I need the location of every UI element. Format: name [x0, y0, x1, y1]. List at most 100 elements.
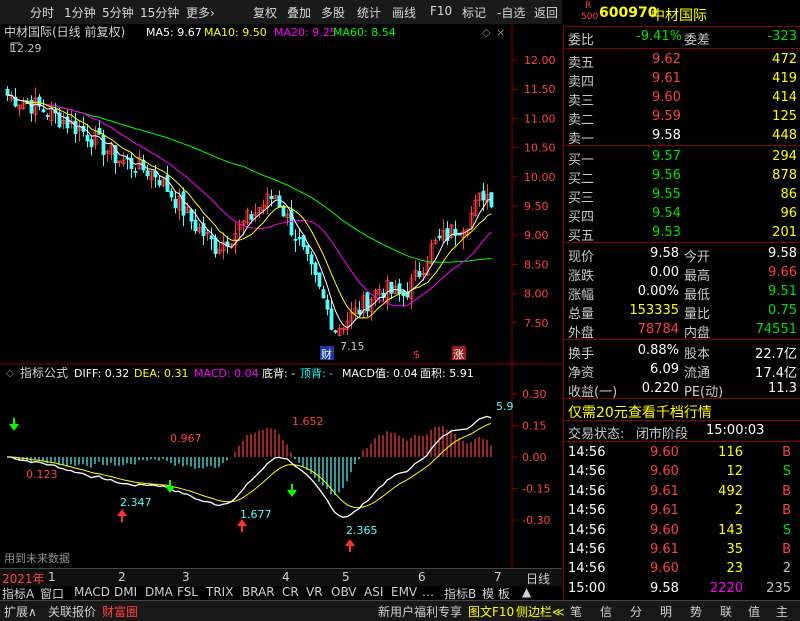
draw-line-button[interactable]: 画线	[392, 4, 416, 21]
chart-area[interactable]: 12.00 11.50 11.00 10.50 10.00 9.50 9.00 8.50 8.0…	[0, 24, 562, 568]
tick-row[interactable]: 14:56 9.60 143 S	[564, 522, 800, 541]
expand-button[interactable]: 扩展∧	[4, 603, 37, 620]
wealth-circle-button[interactable]: 财富圈	[102, 603, 138, 620]
chart-svg[interactable]: 12.00 11.50 11.00 10.50 10.00 9.50 9.00 8.50 8.0…	[0, 24, 562, 568]
tick-time: 15:00	[568, 580, 606, 596]
buy-row[interactable]: 买一 9.57 294	[564, 148, 800, 168]
tab-zhi[interactable]: 值	[748, 603, 760, 620]
tab-cr[interactable]: CR	[282, 585, 299, 599]
tab-brar[interactable]: BRAR	[242, 585, 275, 599]
tab-5min[interactable]: 5分钟	[102, 4, 134, 21]
sell-row[interactable]: 卖五 9.62 472	[564, 51, 800, 71]
price-tick: 11.50	[524, 83, 556, 96]
tick-row[interactable]: 14:56 9.61 35 B	[564, 541, 800, 560]
buy-row[interactable]: 买五 9.53 201	[564, 224, 800, 244]
tab-15min[interactable]: 15分钟	[140, 4, 179, 21]
tab-asi[interactable]: ASI	[364, 585, 383, 599]
trade-status-label: 交易状态:	[568, 427, 625, 442]
tab-trix[interactable]: TRIX	[206, 585, 233, 599]
tab-fsl[interactable]: FSL	[177, 585, 198, 599]
month-3: 3	[182, 570, 190, 584]
sidebar-button[interactable]: 侧边栏≪	[516, 603, 565, 620]
dea-label: DEA: 0.31	[134, 367, 188, 380]
annot-1: 0.123	[26, 468, 58, 481]
sell-volume: 448	[772, 128, 797, 143]
stat-value: 17.4亿	[755, 366, 797, 381]
tab-emv[interactable]: EMV	[391, 585, 417, 599]
tab-zhu[interactable]: 主	[776, 603, 788, 620]
stats-button[interactable]: 统计	[357, 4, 381, 21]
tab-1min[interactable]: 1分钟	[64, 4, 96, 21]
indicator-title[interactable]: 指标公式	[20, 365, 68, 380]
weibi-label: 委比	[568, 33, 595, 48]
tick-row[interactable]: 14:56 9.61 2 B	[564, 502, 800, 521]
candle-body	[45, 115, 50, 117]
stat-row: 总量 153335 量比 0.75	[564, 302, 800, 322]
tab-ellipsis[interactable]: …	[422, 585, 434, 599]
candle-body	[73, 120, 78, 135]
f10-button[interactable]: F10	[430, 4, 452, 18]
tick-row[interactable]: 14:56 9.60 23 2	[564, 560, 800, 579]
tab-dma[interactable]: DMA	[145, 585, 173, 599]
tab-bi[interactable]: 笔	[570, 603, 582, 620]
f10-text-button[interactable]: 图文F10	[468, 603, 514, 620]
candle-body	[293, 238, 298, 241]
macd-tick: -0.30	[522, 514, 550, 527]
marker-dollar[interactable]: $	[413, 348, 420, 361]
sell-row[interactable]: 卖三 9.60 414	[564, 89, 800, 109]
tab-more[interactable]: 更多›	[186, 4, 215, 21]
buy-level: 买二	[568, 172, 595, 187]
tab-macd[interactable]: MACD	[74, 585, 110, 599]
multi-stock-button[interactable]: 多股	[321, 4, 345, 21]
tab-shi[interactable]: 势	[690, 603, 702, 620]
tab-obv[interactable]: OBV	[331, 585, 357, 599]
candle-body	[417, 271, 422, 277]
tick-price: 9.58	[650, 580, 679, 596]
buy-price: 9.54	[652, 206, 681, 221]
tick-row[interactable]: 15:00 9.58 2220 235	[564, 580, 800, 599]
overlay-button[interactable]: 叠加	[287, 4, 311, 21]
fuquan-button[interactable]: 复权	[253, 4, 277, 21]
marker-zhang[interactable]: 涨	[453, 348, 464, 361]
diff-label: DIFF: 0.32	[74, 367, 129, 380]
candle-body	[101, 134, 106, 156]
stock-code: 600970	[599, 5, 658, 21]
tab-vr[interactable]: VR	[306, 585, 323, 599]
tab-dmi[interactable]: DMI	[114, 585, 137, 599]
tab-xin[interactable]: 信	[600, 603, 612, 620]
mark-button[interactable]: 标记	[462, 4, 486, 21]
candle-body	[145, 170, 150, 177]
tab-ming[interactable]: 明	[660, 603, 672, 620]
stat-value: 0.88%	[637, 343, 679, 358]
tab-fen[interactable]: 分	[630, 603, 642, 620]
sell-row[interactable]: 卖四 9.61 419	[564, 70, 800, 90]
close-icon[interactable]: ×	[496, 26, 505, 39]
diamond-icon[interactable]: ◇	[482, 26, 491, 39]
watchlist-button[interactable]: -自选	[497, 4, 525, 21]
promo-link[interactable]: 仅需20元查看千档行情	[568, 402, 712, 422]
tick-row[interactable]: 14:56 9.60 12 S	[564, 463, 800, 482]
buy-row[interactable]: 买四 9.54 96	[564, 205, 800, 225]
tab-lian[interactable]: 联	[720, 603, 732, 620]
promo-row[interactable]: 仅需20元查看千档行情	[564, 401, 800, 422]
tick-side: 2	[782, 561, 791, 577]
sell-price: 9.58	[652, 128, 681, 143]
candle-body	[193, 219, 198, 232]
tab-fenshi[interactable]: 分时	[30, 4, 54, 21]
related-quote-button[interactable]: 关联报价	[48, 603, 96, 620]
back-button[interactable]: 返回	[534, 4, 558, 21]
tick-row[interactable]: 14:56 9.61 492 B	[564, 483, 800, 502]
buy-row[interactable]: 买三 9.55 86	[564, 186, 800, 206]
tick-row[interactable]: 14:56 9.60 116 B	[564, 444, 800, 463]
buy-row[interactable]: 买二 9.56 878	[564, 167, 800, 187]
tick-price: 9.60	[650, 561, 679, 577]
marker-cai[interactable]: 财	[321, 347, 332, 361]
sell-row[interactable]: 卖二 9.59 125	[564, 108, 800, 128]
tick-volume: 2220	[709, 580, 743, 596]
new-user-benefit-link[interactable]: 新用户福利专享	[378, 603, 462, 620]
collapse-icon[interactable]: ◇	[6, 368, 14, 379]
diff-line	[7, 415, 492, 518]
stat-value: 22.7亿	[755, 347, 797, 362]
tab-up-icon[interactable]: ▲	[522, 585, 531, 599]
sell-row[interactable]: 卖一 9.58 448	[564, 127, 800, 147]
